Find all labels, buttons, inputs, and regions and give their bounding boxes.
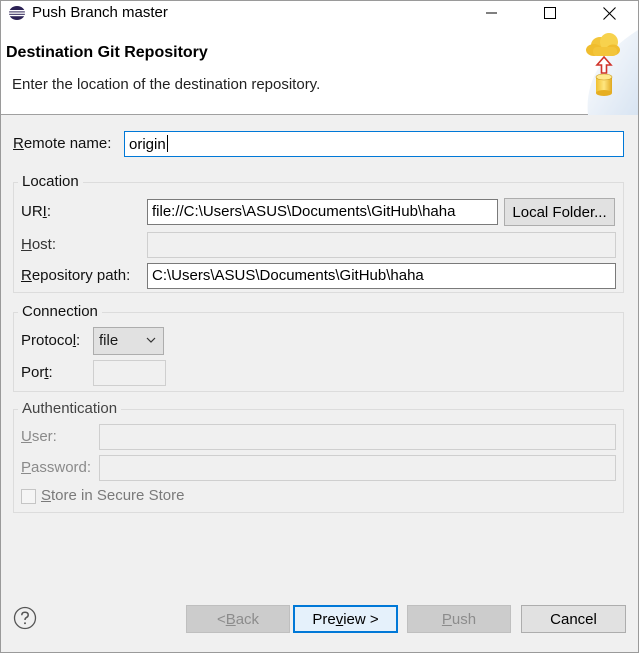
host-input[interactable]	[147, 232, 616, 258]
protocol-selected-value: file	[99, 332, 119, 349]
repository-path-label: Repository path:	[21, 267, 131, 284]
push-branch-dialog: Push Branch master Destination Git Repos…	[0, 0, 639, 653]
chevron-down-icon	[146, 337, 156, 343]
uri-label: URI:	[21, 203, 52, 220]
port-input[interactable]	[93, 360, 166, 386]
window-title: Push Branch master	[32, 4, 168, 21]
store-secure-label: Store in Secure Store	[41, 487, 185, 504]
minimize-icon	[486, 12, 497, 14]
port-label: Port:	[21, 364, 53, 381]
connection-group-title: Connection	[18, 303, 102, 320]
close-button[interactable]	[580, 1, 638, 25]
host-label: Host:	[21, 236, 57, 253]
protocol-label: Protocol:	[21, 332, 81, 349]
remote-name-label: Remote name:	[13, 135, 112, 152]
remote-name-input[interactable]: origin	[124, 131, 624, 157]
maximize-button[interactable]	[521, 1, 579, 25]
push-button[interactable]: Push	[407, 605, 511, 633]
user-label: User:	[21, 428, 57, 445]
title-bar[interactable]: Push Branch master	[1, 1, 638, 25]
cancel-button[interactable]: Cancel	[521, 605, 626, 633]
protocol-select[interactable]: file	[93, 327, 164, 355]
banner-description: Enter the location of the destination re…	[12, 76, 321, 93]
wizard-banner: Destination Git Repository Enter the loc…	[1, 25, 638, 115]
password-input[interactable]	[99, 455, 616, 481]
store-secure-checkbox[interactable]	[21, 489, 36, 504]
eclipse-app-icon	[9, 6, 25, 20]
password-label: Password:	[21, 459, 92, 476]
minimize-button[interactable]	[463, 1, 521, 25]
user-input[interactable]	[99, 424, 616, 450]
help-icon[interactable]	[13, 606, 37, 630]
maximize-icon	[544, 7, 556, 19]
repository-path-input[interactable]: C:\Users\ASUS\Documents\GitHub\haha	[147, 263, 616, 289]
push-repository-icon	[586, 30, 638, 115]
authentication-group-title: Authentication	[18, 400, 122, 417]
text-caret	[166, 135, 168, 152]
banner-title: Destination Git Repository	[6, 44, 208, 61]
close-icon	[602, 6, 616, 20]
location-group-title: Location	[18, 173, 83, 190]
back-button[interactable]: < Back	[186, 605, 290, 633]
uri-input[interactable]: file://C:\Users\ASUS\Documents\GitHub\ha…	[147, 199, 498, 225]
preview-button[interactable]: Pre v iew >	[293, 605, 398, 633]
local-folder-button[interactable]: Local Folder...	[504, 198, 615, 226]
